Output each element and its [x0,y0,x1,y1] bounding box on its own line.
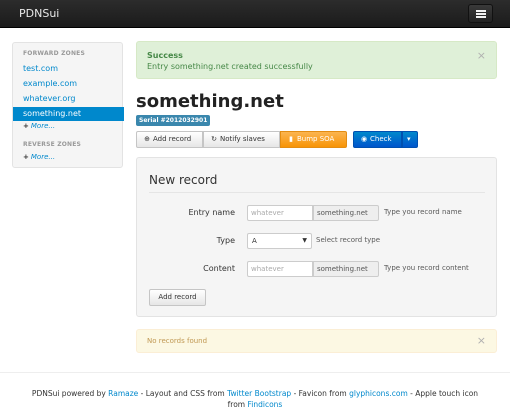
glyphicons-link[interactable]: glyphicons.com [349,389,408,398]
footer-line-2: from Findicons [0,399,510,410]
footer-text: - Layout and CSS from [138,389,228,398]
reverse-zones-header: REVERSE ZONES [23,141,82,148]
notify-slaves-button[interactable]: ↻ Notify slaves [203,131,280,148]
sidebar-item-label: something.net [23,109,82,118]
footer-text: from [227,400,248,409]
success-alert: Success Entry something.net created succ… [136,41,497,79]
sidebar-item-something-net[interactable]: something.net [13,107,124,121]
type-select[interactable]: A ▼ [247,233,312,249]
footer-text: PDNSui powered by [31,389,109,398]
chevron-down-icon: ▾ [407,135,411,143]
type-label: Type [216,236,235,245]
bookmark-icon: ▮ [289,135,293,143]
footer-line-1: PDNSui powered by Ramaze - Layout and CS… [0,388,510,399]
type-help: Select record type [316,236,381,244]
entry-name-input[interactable]: whatever [247,205,313,221]
forward-more-link[interactable]: + More... [23,122,55,130]
sidebar-item-example-com[interactable]: example.com [23,79,77,88]
refresh-icon: ↻ [211,135,217,143]
sidebar: FORWARD ZONES test.com example.com whate… [12,42,124,168]
button-label: Add record [153,135,192,143]
entry-name-help: Type you record name [384,208,462,216]
brand-logo[interactable]: PDNSui [19,7,59,20]
content-input[interactable]: whatever [247,261,313,277]
content-label: Content [203,264,235,273]
bump-soa-button[interactable]: ▮ Bump SOA [280,131,347,148]
findicons-link[interactable]: Findicons [248,400,283,409]
footer-text: - Favicon from [291,389,350,398]
plus-circle-icon: ⊕ [144,135,150,143]
hamburger-icon [476,16,486,18]
alert-title: Success [147,51,183,60]
footer: PDNSui powered by Ramaze - Layout and CS… [0,388,510,410]
sidebar-item-test-com[interactable]: test.com [23,64,58,73]
serial-badge: Serial #2012032901 [136,115,211,126]
check-dropdown-toggle[interactable]: ▾ [402,131,418,148]
no-records-message: No records found [147,337,208,345]
ramaze-link[interactable]: Ramaze [108,389,138,398]
content-help: Type you record content [384,264,469,272]
entry-name-label: Entry name [188,208,235,217]
add-record-button[interactable]: ⊕ Add record [136,131,203,148]
page-title: something.net [136,91,284,112]
eye-icon: ◉ [360,135,368,143]
check-button[interactable]: ◉ Check [353,131,402,148]
hamburger-icon [476,10,486,12]
add-record-submit-button[interactable]: Add record [149,289,206,306]
plus-icon: + [23,122,29,130]
reverse-more-link[interactable]: + More... [23,153,55,161]
form-legend: New record [149,173,218,187]
bootstrap-link[interactable]: Twitter Bootstrap [227,389,291,398]
plus-icon: + [23,153,29,161]
alert-message: Entry something.net created successfully [147,62,313,71]
divider [149,192,485,193]
footer-divider [0,372,510,373]
top-navbar: PDNSui [0,0,510,28]
entry-name-addon: something.net [313,205,379,221]
close-icon[interactable]: × [477,334,486,347]
forward-zones-header: FORWARD ZONES [23,50,85,57]
menu-toggle-button[interactable] [468,4,493,23]
no-records-alert: No records found × [136,329,497,353]
type-value: A [252,237,257,245]
button-label: Bump SOA [297,135,335,143]
sidebar-item-whatever-org[interactable]: whatever.org [23,94,75,103]
close-icon[interactable]: × [477,49,486,62]
content-addon: something.net [313,261,379,277]
more-label: More... [30,122,56,130]
chevron-down-icon: ▼ [302,237,307,244]
button-label: Notify slaves [220,135,265,143]
new-record-panel: New record Entry name whatever something… [136,157,497,317]
button-label: Check [370,135,392,143]
more-label: More... [30,153,56,161]
footer-text: - Apple touch icon [407,389,479,398]
hamburger-icon [476,13,486,15]
